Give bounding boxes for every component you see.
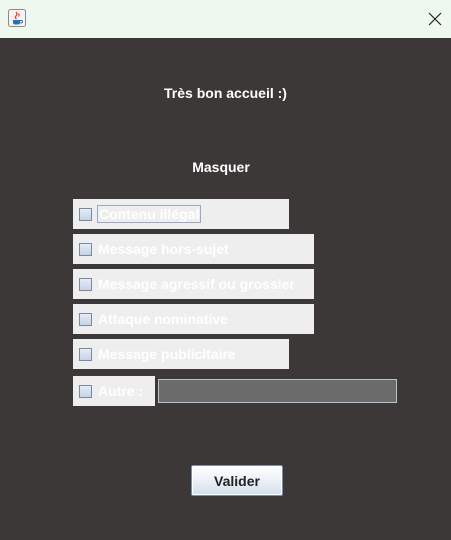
checkbox[interactable] xyxy=(79,312,92,326)
option-personal-attack[interactable]: Attaque nominative xyxy=(73,304,314,334)
option-aggressive[interactable]: Message agressif ou grossier xyxy=(73,269,314,299)
checkbox[interactable] xyxy=(79,384,92,398)
option-illegal-content[interactable]: Contenu illégal xyxy=(73,199,289,229)
other-reason-input[interactable] xyxy=(158,379,397,403)
section-title: Masquer xyxy=(192,159,250,175)
checkbox[interactable] xyxy=(79,242,92,256)
java-cup-icon xyxy=(8,9,26,27)
welcome-message: Très bon accueil :) xyxy=(164,85,287,101)
option-label: Attaque nominative xyxy=(98,311,228,327)
option-off-topic[interactable]: Message hors-sujet xyxy=(73,234,314,264)
checkbox[interactable] xyxy=(79,277,92,291)
title-bar xyxy=(0,0,451,38)
option-label: Contenu illégal xyxy=(96,205,202,223)
dialog-content: Très bon accueil :) Masquer Contenu illé… xyxy=(0,38,451,540)
option-label: Message agressif ou grossier xyxy=(98,276,295,292)
option-label: Message publicitaire xyxy=(98,346,236,362)
option-label: Message hors-sujet xyxy=(98,241,229,257)
option-label: Autre : xyxy=(98,383,144,399)
close-button[interactable] xyxy=(419,0,451,38)
checkbox[interactable] xyxy=(79,207,92,221)
option-advertising[interactable]: Message publicitaire xyxy=(73,339,289,369)
validate-button[interactable]: Valider xyxy=(191,465,283,496)
checkbox[interactable] xyxy=(79,347,92,361)
close-icon xyxy=(428,12,442,26)
option-other[interactable]: Autre : xyxy=(73,376,155,406)
